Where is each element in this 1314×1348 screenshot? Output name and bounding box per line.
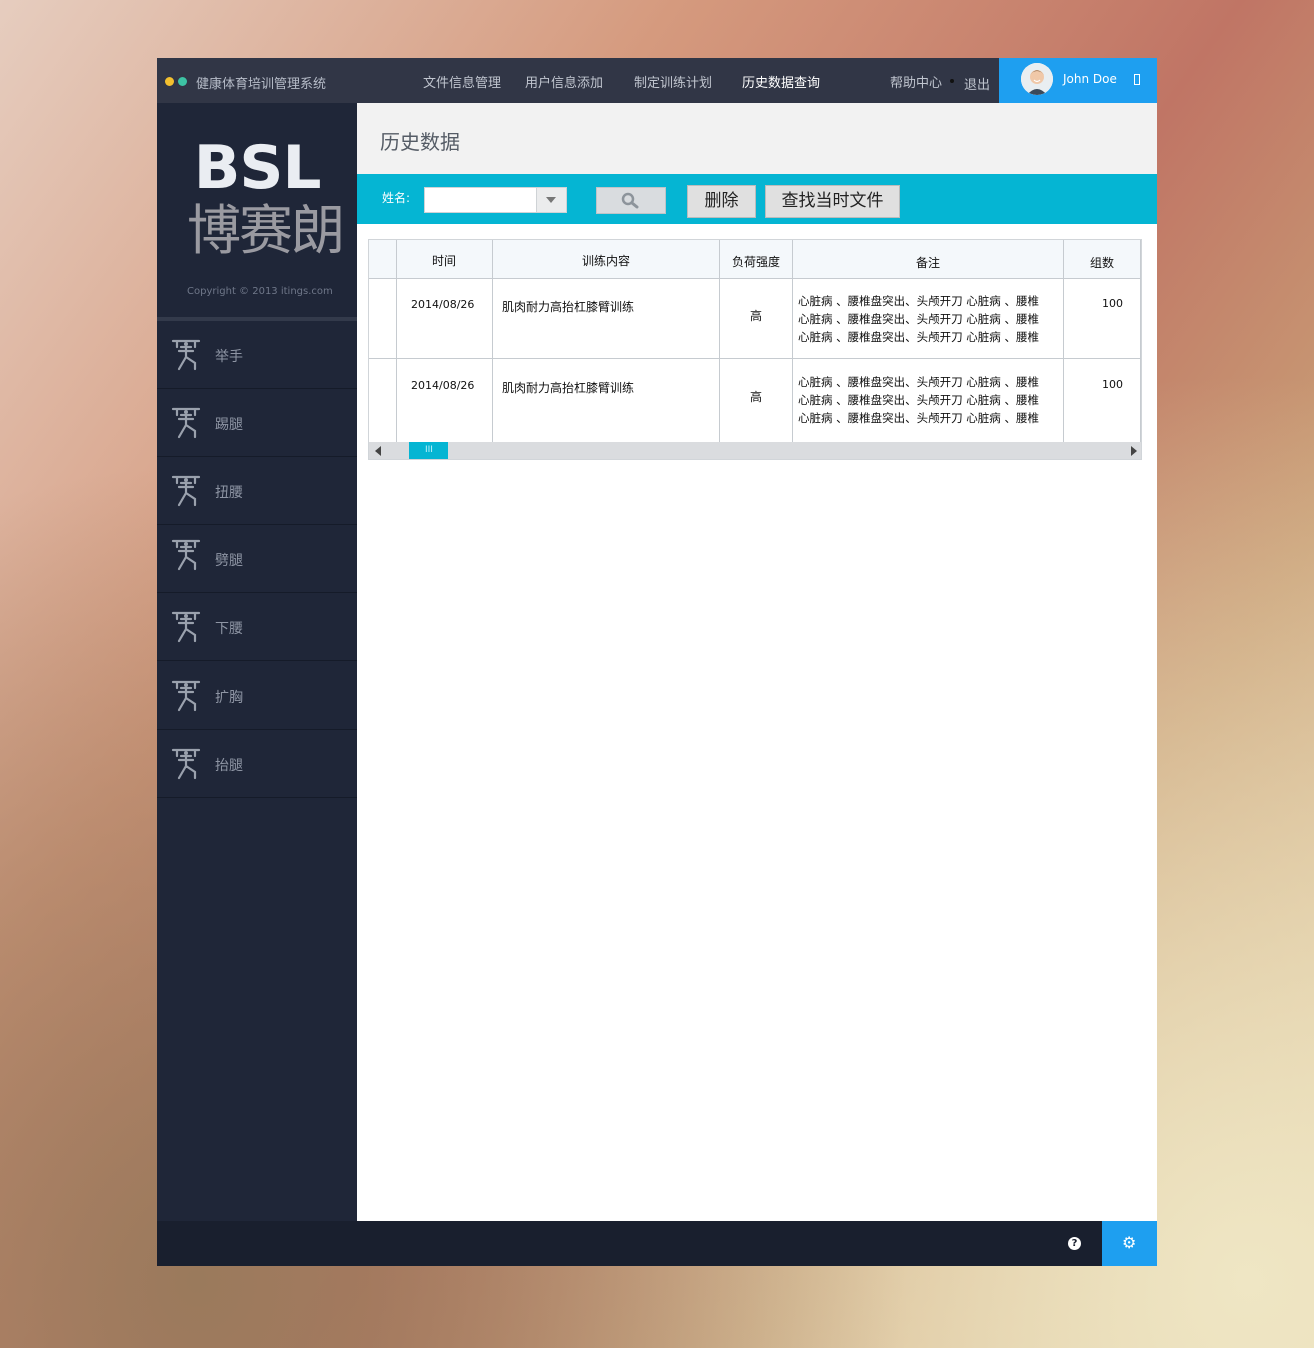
remark-line: 心脏病 、腰椎盘突出、头颅开刀 心脏病 、腰椎: [798, 375, 1039, 389]
nav-training-plan[interactable]: 制定训练计划: [634, 72, 712, 91]
lifter-icon: [171, 407, 201, 439]
col-content: [493, 240, 720, 443]
app-title: 健康体育培训管理系统: [196, 77, 327, 92]
sidebar-item-backbend[interactable]: 下腰: [157, 593, 357, 661]
copyright-text: Copyright © 2013 itings.com: [187, 286, 333, 297]
sidebar-item-label: 踢腿: [215, 417, 243, 433]
lifter-icon: [171, 539, 201, 571]
sidebar: BSL 博赛朗 Copyright © 2013 itings.com 举手 踢…: [157, 103, 357, 1221]
page-title: 历史数据: [380, 130, 460, 154]
window-dot-green: [178, 77, 187, 86]
remark-line: 心脏病 、腰椎盘突出、头颅开刀 心脏病 、腰椎: [798, 294, 1039, 308]
page-header: 历史数据: [357, 103, 1157, 174]
lifter-icon: [171, 680, 201, 712]
sidebar-item-kick[interactable]: 踢腿: [157, 389, 357, 457]
sidebar-item-raise-hand[interactable]: 举手: [157, 321, 357, 389]
header-content[interactable]: 训练内容: [493, 252, 719, 269]
horizontal-scrollbar[interactable]: III: [369, 442, 1141, 459]
remark-line: 心脏病 、腰椎盘突出、头颅开刀 心脏病 、腰椎: [798, 330, 1039, 344]
cell-intensity: 高: [749, 309, 762, 323]
find-file-button[interactable]: 查找当时文件: [765, 185, 900, 218]
sidebar-item-label: 下腰: [215, 621, 243, 637]
help-center-link[interactable]: 帮助中心: [890, 72, 942, 91]
sidebar-item-label: 抬腿: [215, 758, 243, 774]
header-time[interactable]: 时间: [396, 252, 492, 269]
remark-line: 心脏病 、腰椎盘突出、头颅开刀 心脏病 、腰椎: [798, 312, 1039, 326]
cell-remarks: 心脏病 、腰椎盘突出、头颅开刀 心脏病 、腰椎 心脏病 、腰椎盘突出、头颅开刀 …: [798, 373, 1060, 427]
remark-line: 心脏病 、腰椎盘突出、头颅开刀 心脏病 、腰椎: [798, 393, 1039, 407]
sidebar-item-label: 劈腿: [215, 553, 243, 569]
avatar: [1021, 63, 1053, 95]
name-label: 姓名:: [382, 191, 411, 205]
scroll-thumb[interactable]: III: [409, 442, 448, 459]
cell-time: 2014/08/26: [411, 379, 475, 392]
gear-icon: ⚙: [1122, 1233, 1137, 1252]
sidebar-item-label: 举手: [215, 349, 243, 365]
settings-button[interactable]: ⚙: [1102, 1221, 1157, 1266]
logo-chinese: 博赛朗: [187, 199, 345, 262]
remark-line: 心脏病 、腰椎盘突出、头颅开刀 心脏病 、腰椎: [798, 411, 1039, 425]
lifter-icon: [171, 611, 201, 643]
sidebar-item-split[interactable]: 劈腿: [157, 525, 357, 593]
delete-button[interactable]: 删除: [687, 185, 756, 218]
sidebar-item-label: 扩胸: [215, 690, 243, 706]
user-menu[interactable]: John Doe: [999, 58, 1157, 103]
cell-intensity: 高: [749, 390, 762, 404]
main-content: 历史数据 姓名: 删除 查找当时文件 时间 训练内容 负荷强度 备注 组数 20…: [357, 103, 1157, 1221]
app-window: 健康体育培训管理系统 文件信息管理 用户信息添加 制定训练计划 历史数据查询 帮…: [157, 58, 1157, 1266]
sidebar-item-twist-waist[interactable]: 扭腰: [157, 457, 357, 525]
cell-content: 肌肉耐力高抬杠膝臂训练: [502, 300, 635, 314]
cell-sets: 100: [1102, 297, 1123, 310]
lifter-icon: [171, 339, 201, 371]
help-icon[interactable]: ?: [1068, 1237, 1081, 1250]
scroll-left-icon[interactable]: [375, 446, 381, 456]
col-intensity: [720, 240, 793, 443]
col-select: [369, 240, 397, 443]
search-button[interactable]: [596, 187, 666, 214]
cell-time: 2014/08/26: [411, 298, 475, 311]
chevron-down-icon[interactable]: [536, 188, 566, 212]
history-table: 时间 训练内容 负荷强度 备注 组数 2014/08/26 肌肉耐力高抬杠膝臂训…: [368, 239, 1142, 460]
nav-user-add[interactable]: 用户信息添加: [525, 72, 603, 91]
scroll-right-icon[interactable]: [1131, 446, 1137, 456]
sidebar-item-label: 扭腰: [215, 485, 243, 501]
search-icon: [621, 192, 639, 209]
header-intensity[interactable]: 负荷强度: [720, 253, 792, 270]
sidebar-item-leg-raise[interactable]: 抬腿: [157, 730, 357, 798]
logo-bsl: BSL: [193, 133, 322, 203]
logout-link[interactable]: 退出: [964, 74, 990, 93]
top-bar: 健康体育培训管理系统 文件信息管理 用户信息添加 制定训练计划 历史数据查询 帮…: [157, 58, 1157, 103]
user-name: John Doe: [1063, 72, 1117, 86]
row-divider: [369, 358, 1141, 359]
nav-history-query[interactable]: 历史数据查询: [742, 72, 820, 91]
window-dot-yellow: [165, 77, 174, 86]
search-toolbar: 姓名: 删除 查找当时文件: [357, 174, 1157, 224]
name-select[interactable]: [424, 187, 567, 213]
lifter-icon: [171, 748, 201, 780]
col-time: [396, 240, 493, 443]
lifter-icon: [171, 475, 201, 507]
header-remarks[interactable]: 备注: [793, 254, 1063, 271]
scroll-grip: III: [425, 445, 433, 455]
cell-remarks: 心脏病 、腰椎盘突出、头颅开刀 心脏病 、腰椎 心脏病 、腰椎盘突出、头颅开刀 …: [798, 292, 1060, 346]
cell-content: 肌肉耐力高抬杠膝臂训练: [502, 381, 635, 395]
header-sets[interactable]: 组数: [1064, 254, 1140, 271]
user-device-icon: [1134, 74, 1140, 85]
sidebar-item-chest-expand[interactable]: 扩胸: [157, 662, 357, 730]
nav-file-info[interactable]: 文件信息管理: [423, 72, 501, 91]
nav-separator: [950, 79, 954, 83]
cell-sets: 100: [1102, 378, 1123, 391]
footer: ? ⚙: [157, 1221, 1157, 1266]
